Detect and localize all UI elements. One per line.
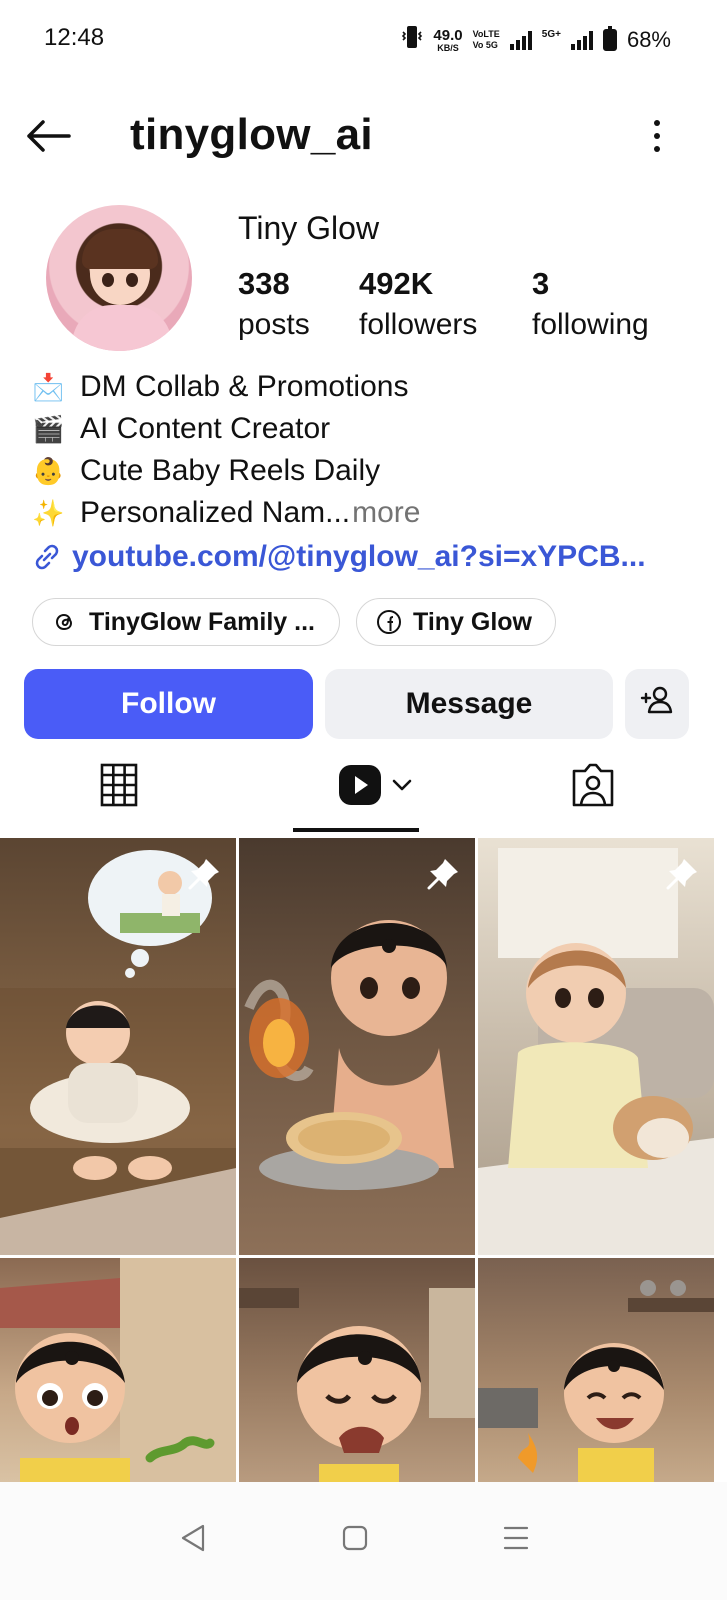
volte-indicator: VoLTE Vo 5G bbox=[473, 29, 500, 51]
bio-line: 🎬 AI Content Creator bbox=[32, 408, 702, 450]
tab-tagged[interactable] bbox=[570, 762, 616, 812]
status-time: 12:48 bbox=[44, 24, 105, 51]
display-name: Tiny Glow bbox=[238, 210, 380, 246]
stat-followers[interactable]: 492K followers bbox=[359, 266, 477, 342]
profile-header: tinyglow_ai bbox=[0, 92, 727, 182]
envelope-emoji-icon: 📩 bbox=[32, 372, 65, 402]
bio-more-link[interactable]: more bbox=[352, 492, 420, 534]
pin-icon bbox=[425, 856, 461, 892]
vibrate-icon bbox=[401, 24, 423, 56]
bio-link-text: youtube.com/@tinyglow_ai?si=xYPCB... bbox=[72, 540, 646, 573]
pin-icon bbox=[186, 856, 222, 892]
grid-tile[interactable] bbox=[478, 1258, 714, 1482]
threads-icon bbox=[51, 608, 79, 636]
reels-grid bbox=[0, 838, 727, 1482]
page-title: tinyglow_ai bbox=[130, 110, 373, 159]
bio-text: AI Content Creator bbox=[80, 412, 331, 445]
bio-text: DM Collab & Promotions bbox=[80, 370, 409, 403]
message-button[interactable]: Message bbox=[325, 669, 613, 739]
battery-percent: 68% bbox=[626, 27, 671, 52]
link-icon bbox=[32, 542, 64, 572]
stat-label: posts bbox=[238, 308, 310, 341]
chip-label: TinyGlow Family ... bbox=[89, 607, 315, 636]
grid-tile[interactable] bbox=[478, 838, 714, 1255]
network-speed-value: 49.0 bbox=[433, 26, 463, 44]
stat-posts[interactable]: 338 posts bbox=[238, 266, 310, 342]
bio-line: 👶 Cute Baby Reels Daily bbox=[32, 450, 702, 492]
home-nav-icon[interactable] bbox=[325, 1508, 385, 1568]
bio: 📩 DM Collab & Promotions 🎬 AI Content Cr… bbox=[32, 366, 702, 534]
back-arrow-icon[interactable] bbox=[22, 110, 74, 162]
stat-label: followers bbox=[359, 308, 478, 341]
profile-tabs bbox=[0, 750, 727, 834]
tab-grid[interactable] bbox=[96, 762, 142, 812]
grid-icon bbox=[100, 763, 138, 812]
volte-bottom: Vo 5G bbox=[472, 40, 498, 50]
reels-icon bbox=[337, 763, 383, 812]
signal-icon bbox=[509, 30, 532, 50]
avatar[interactable] bbox=[46, 205, 192, 351]
facebook-chip[interactable]: Tiny Glow bbox=[356, 598, 556, 646]
crying-baby-thumbnail bbox=[239, 1288, 475, 1482]
grid-tile[interactable] bbox=[0, 838, 236, 1255]
chip-label: Tiny Glow bbox=[413, 607, 532, 636]
suggested-accounts-button[interactable] bbox=[625, 669, 689, 739]
grid-tile[interactable] bbox=[239, 838, 475, 1255]
add-person-icon bbox=[640, 685, 674, 723]
sleeping-baby-thumbnail bbox=[0, 850, 236, 1255]
bio-text: Cute Baby Reels Daily bbox=[80, 454, 381, 487]
stat-label: following bbox=[532, 308, 649, 341]
facebook-icon bbox=[375, 608, 403, 636]
status-bar: 12:48 49.0 KB/S VoLTE Vo 5G 5G+ 68% bbox=[0, 0, 727, 80]
tab-reels[interactable] bbox=[330, 762, 420, 812]
bio-line: ✨ Personalized Nam... more bbox=[32, 492, 702, 534]
grid-tile[interactable] bbox=[0, 1258, 236, 1482]
stat-value: 492K bbox=[359, 266, 434, 301]
volte-top: VoLTE bbox=[472, 29, 500, 39]
stat-value: 3 bbox=[532, 266, 550, 301]
battery-icon bbox=[602, 26, 617, 51]
network-speed-unit: KB/S bbox=[437, 42, 459, 53]
sparkles-emoji-icon: ✨ bbox=[32, 498, 65, 528]
stat-value: 338 bbox=[238, 266, 290, 301]
network-speed: 49.0 KB/S bbox=[433, 28, 462, 53]
signal-icon-2 bbox=[570, 30, 593, 50]
tagged-icon bbox=[570, 763, 616, 812]
network-type: 5G+ bbox=[541, 28, 561, 40]
status-indicators: 49.0 KB/S VoLTE Vo 5G 5G+ 68% bbox=[401, 24, 671, 56]
baby-emoji-icon: 👶 bbox=[32, 456, 65, 486]
bio-line: 📩 DM Collab & Promotions bbox=[32, 366, 702, 408]
system-nav-bar bbox=[0, 1482, 727, 1600]
bio-text: Personalized Nam... bbox=[80, 496, 351, 529]
threads-chip[interactable]: TinyGlow Family ... bbox=[32, 598, 340, 646]
pin-icon bbox=[664, 856, 700, 892]
back-nav-icon[interactable] bbox=[163, 1508, 223, 1568]
baby-hamster-thumbnail bbox=[478, 848, 714, 1255]
chevron-down-icon bbox=[391, 778, 413, 797]
more-options-icon[interactable] bbox=[645, 114, 669, 158]
active-tab-indicator bbox=[293, 828, 419, 832]
stat-following[interactable]: 3 following bbox=[532, 266, 649, 342]
follow-button[interactable]: Follow bbox=[24, 669, 313, 739]
recents-nav-icon[interactable] bbox=[486, 1508, 546, 1568]
surprised-baby-thumbnail bbox=[0, 1258, 236, 1482]
baby-roti-thumbnail bbox=[244, 920, 454, 1190]
bio-external-link[interactable]: youtube.com/@tinyglow_ai?si=xYPCB... bbox=[32, 540, 646, 574]
grid-tile[interactable] bbox=[239, 1258, 475, 1482]
clapper-emoji-icon: 🎬 bbox=[32, 414, 65, 444]
smiling-baby-thumbnail bbox=[478, 1280, 714, 1482]
